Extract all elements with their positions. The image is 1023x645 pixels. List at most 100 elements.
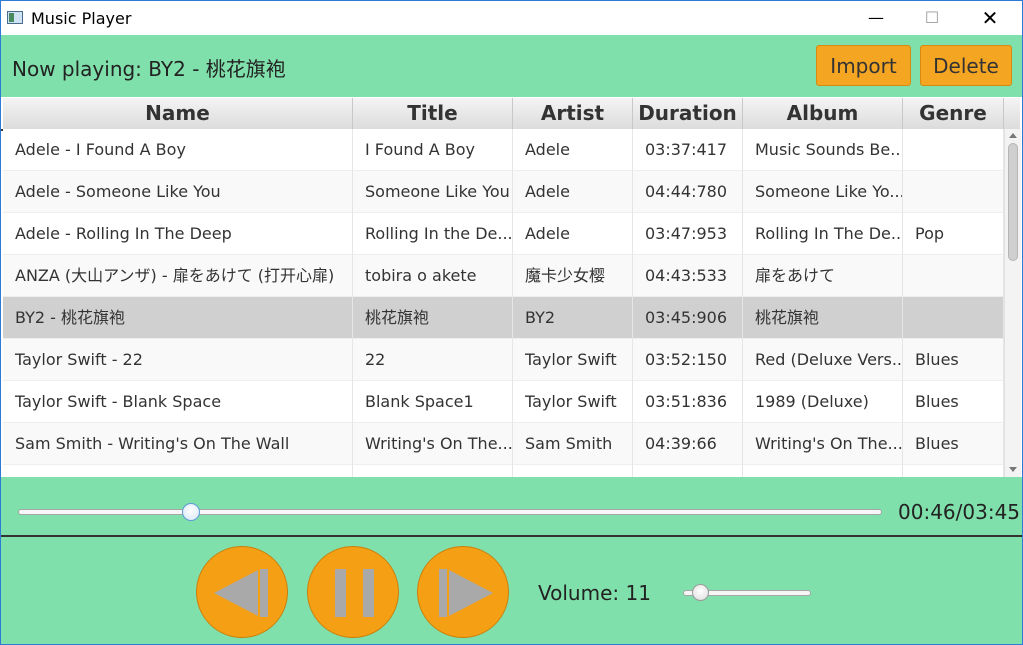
cell-album: Rolling In The De... [743,213,903,255]
songs-table: Name Title Artist Duration Album Genre A… [3,98,1022,477]
table-header: Name Title Artist Duration Album Genre [3,98,1020,130]
column-header-duration[interactable]: Duration [633,98,743,129]
volume-slider-thumb[interactable] [692,584,709,601]
cell-genre [903,465,1004,477]
cell-duration: 04:44:780 [633,171,743,213]
cell-album: Writing's On The... [743,423,903,465]
cell-artist: Sam Smith [513,423,633,465]
cell-genre: Blues [903,339,1004,381]
delete-button[interactable]: Delete [920,45,1012,86]
now-playing-header: Now playing: BY2 - 桃花旗袍 Import Delete [1,35,1022,131]
cell-artist: 魔卡少女樱 [513,255,633,297]
previous-button[interactable] [196,546,288,638]
cell-name: BY2 - 桃花旗袍 [3,297,353,339]
cell-duration: 03:47:953 [633,213,743,255]
progress-panel: 00:46/03:45 [1,477,1022,537]
table-scrollbar[interactable] [1004,129,1021,477]
import-button[interactable]: Import [816,45,911,86]
cell-artist: Adele [513,171,633,213]
app-icon [7,11,23,24]
cell-duration [633,465,743,477]
cell-artist: Taylor Swift [513,381,633,423]
next-icon [439,569,493,617]
cell-title: Blank Space1 [353,381,513,423]
cell-genre [903,129,1004,171]
cell-genre: Pop [903,213,1004,255]
pause-button[interactable] [307,546,399,638]
cell-name: Sam Smith - Writing's On The Wall [3,423,353,465]
now-playing-label: Now playing: BY2 - 桃花旗袍 [12,57,286,81]
cell-duration: 03:37:417 [633,129,743,171]
cell-artist [513,465,633,477]
table-row[interactable]: Adele - I Found A Boy I Found A Boy Adele 0… [3,129,1004,171]
cell-duration: 03:51:836 [633,381,743,423]
cell-title: tobira o akete [353,255,513,297]
minimize-button[interactable]: — [853,1,899,35]
cell-name: Adele - Rolling In The Deep [3,213,353,255]
cell-genre [903,171,1004,213]
table-row[interactable]: Taylor Swift - 22 22 Taylor Swift 03:52:150… [3,339,1004,381]
table-row[interactable]: ANZA (大山アンザ) - 扉をあけて (打开心扉) tobira o aket… [3,255,1004,297]
table-row[interactable]: Adele - Rolling In The Deep Rolling In th… [3,213,1004,255]
cell-name [3,465,353,477]
cell-genre: Blues [903,381,1004,423]
controls-panel: Volume: 11 [1,537,1022,644]
cell-album: Red (Deluxe Vers... [743,339,903,381]
cell-album: 桃花旗袍 [743,297,903,339]
cell-genre [903,255,1004,297]
close-button[interactable]: ✕ [967,1,1013,35]
cell-title: Writing's On The... [353,423,513,465]
volume-label: Volume: 11 [538,581,651,605]
previous-icon [214,569,268,617]
cell-name: Adele - Someone Like You [3,171,353,213]
scroll-up-arrow-icon[interactable] [1009,133,1017,138]
cell-name: Adele - I Found A Boy [3,129,353,171]
table-row[interactable]: Taylor Swift - Blank Space Blank Space1 Ta… [3,381,1004,423]
table-row[interactable] [3,465,1004,477]
column-header-genre[interactable]: Genre [903,98,1004,129]
title-bar: Music Player — ☐ ✕ [1,1,1022,35]
cell-artist: Adele [513,129,633,171]
maximize-button[interactable]: ☐ [909,1,955,35]
next-button[interactable] [417,546,509,638]
cell-name: Taylor Swift - 22 [3,339,353,381]
scrollbar-thumb[interactable] [1008,143,1018,261]
cell-duration: 04:43:533 [633,255,743,297]
cell-album: Music Sounds Be... [743,129,903,171]
column-header-album[interactable]: Album [743,98,903,129]
cell-title: I Found A Boy [353,129,513,171]
table-row[interactable]: Sam Smith - Writing's On The Wall Writing… [3,423,1004,465]
cell-album: Someone Like Yo... [743,171,903,213]
cell-genre: Blues [903,423,1004,465]
cell-name: Taylor Swift - Blank Space [3,381,353,423]
cell-album [743,465,903,477]
scroll-down-arrow-icon[interactable] [1009,467,1017,472]
progress-slider-track[interactable] [18,509,882,515]
cell-artist: Taylor Swift [513,339,633,381]
progress-slider-thumb[interactable] [181,503,200,521]
window-title: Music Player [31,9,132,28]
cell-genre [903,297,1004,339]
cell-title [353,465,513,477]
cell-duration: 03:45:906 [633,297,743,339]
cell-album: 1989 (Deluxe) [743,381,903,423]
cell-duration: 03:52:150 [633,339,743,381]
cell-artist: BY2 [513,297,633,339]
playback-time: 00:46/03:45 [898,500,1021,524]
cell-artist: Adele [513,213,633,255]
cell-title: Someone Like You [353,171,513,213]
table-row[interactable]: BY2 - 桃花旗袍 桃花旗袍 BY2 03:45:906 桃花旗袍 [3,297,1004,339]
pause-icon [335,569,374,617]
cell-album: 扉をあけて [743,255,903,297]
column-header-title[interactable]: Title [353,98,513,129]
cell-title: Rolling In the De... [353,213,513,255]
column-header-artist[interactable]: Artist [513,98,633,129]
cell-title: 桃花旗袍 [353,297,513,339]
cell-title: 22 [353,339,513,381]
music-player-window: Music Player — ☐ ✕ Now playing: BY2 - 桃花… [0,0,1023,645]
cell-duration: 04:39:66 [633,423,743,465]
cell-name: ANZA (大山アンザ) - 扉をあけて (打开心扉) [3,255,353,297]
table-body: Adele - I Found A Boy I Found A Boy Adele 0… [3,129,1004,477]
column-header-name[interactable]: Name [3,98,353,129]
table-row[interactable]: Adele - Someone Like You Someone Like You… [3,171,1004,213]
